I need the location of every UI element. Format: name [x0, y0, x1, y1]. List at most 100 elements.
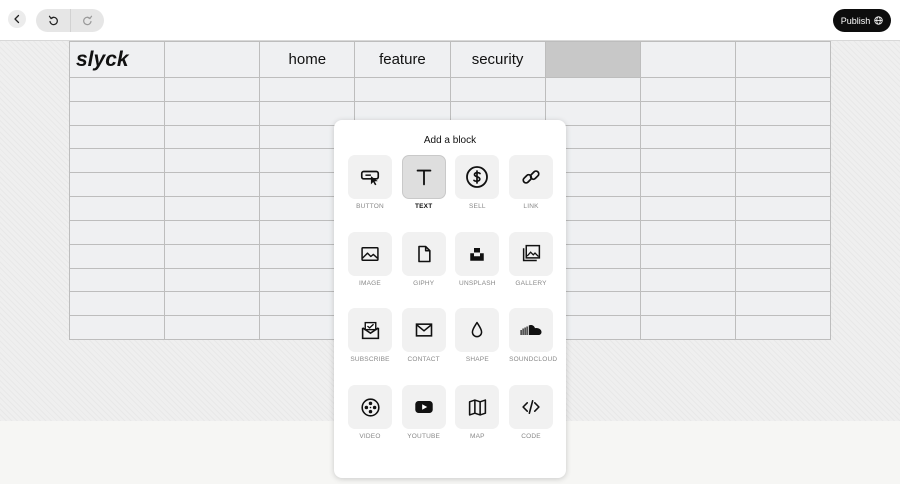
- block-link[interactable]: LINK: [509, 155, 554, 210]
- block-tile: [509, 308, 554, 353]
- block-tile: [455, 231, 500, 276]
- nav-link-home[interactable]: home: [260, 42, 356, 78]
- grid-cell[interactable]: [735, 292, 831, 317]
- grid-cell[interactable]: [450, 78, 546, 102]
- block-code[interactable]: CODE: [509, 385, 554, 441]
- grid-cell[interactable]: [165, 78, 261, 102]
- undo-icon: [48, 15, 58, 26]
- grid-cell[interactable]: [165, 244, 261, 269]
- film-reel-icon: [360, 397, 380, 417]
- grid-cell[interactable]: [640, 220, 736, 245]
- grid-cell[interactable]: [70, 149, 166, 174]
- block-subscribe[interactable]: SUBSCRIBE: [348, 308, 392, 363]
- grid-cell[interactable]: [165, 173, 261, 198]
- grid-cell[interactable]: [70, 220, 166, 245]
- file-icon: [417, 245, 431, 262]
- soundcloud-icon: [520, 325, 542, 336]
- drop-icon: [472, 322, 483, 338]
- grid-cell[interactable]: [735, 101, 831, 126]
- grid-cell[interactable]: [735, 244, 831, 269]
- publish-button[interactable]: Publish: [833, 9, 891, 32]
- grid-cell[interactable]: [735, 149, 831, 174]
- grid-cell[interactable]: [165, 316, 261, 340]
- nav-link-security[interactable]: security: [450, 42, 546, 78]
- grid-cell[interactable]: [165, 125, 261, 150]
- block-label: YOUTUBE: [407, 433, 441, 441]
- grid-cell[interactable]: [260, 78, 356, 102]
- undo-button[interactable]: [36, 9, 70, 32]
- grid-cell[interactable]: [70, 125, 166, 150]
- block-button[interactable]: BUTTON: [348, 155, 392, 210]
- add-block-panel: Add a block BUTTON TEXT SELL LINK IMAGE …: [334, 120, 566, 478]
- grid-cell[interactable]: [70, 78, 166, 102]
- grid-cell[interactable]: [640, 316, 736, 340]
- grid-cell[interactable]: [640, 42, 736, 78]
- grid-cell[interactable]: [640, 197, 736, 221]
- block-video[interactable]: VIDEO: [348, 385, 392, 440]
- grid-cell[interactable]: [545, 78, 641, 102]
- block-label: TEXT: [414, 203, 433, 210]
- grid-cell[interactable]: [735, 220, 831, 245]
- block-image[interactable]: IMAGE: [348, 231, 392, 287]
- envelope-icon: [415, 323, 432, 337]
- grid-cell[interactable]: [70, 101, 166, 126]
- grid-cell[interactable]: [70, 197, 166, 221]
- block-giphy[interactable]: GIPHY: [401, 231, 446, 287]
- grid-cell[interactable]: [70, 268, 166, 293]
- subscribe-icon: [361, 321, 379, 340]
- grid-cell[interactable]: [70, 316, 166, 340]
- redo-icon: [83, 15, 93, 26]
- grid-cell[interactable]: [735, 42, 831, 78]
- grid-cell[interactable]: [165, 101, 261, 126]
- block-youtube[interactable]: YOUTUBE: [401, 385, 446, 441]
- text-t-icon: [416, 169, 432, 186]
- grid-cell[interactable]: [640, 78, 736, 102]
- block-unsplash[interactable]: UNSPLASH: [455, 231, 500, 287]
- grid-cell[interactable]: [640, 101, 736, 126]
- block-sell[interactable]: SELL: [455, 155, 500, 210]
- grid-cell[interactable]: [735, 173, 831, 198]
- grid-cell[interactable]: [70, 244, 166, 269]
- block-gallery[interactable]: GALLERY: [509, 231, 554, 287]
- block-label: CODE: [521, 433, 541, 441]
- block-soundcloud[interactable]: SOUNDCLOUD: [509, 308, 557, 363]
- unsplash-icon: [470, 247, 485, 261]
- grid-cell[interactable]: [735, 125, 831, 150]
- grid-cell[interactable]: [70, 173, 166, 198]
- block-map[interactable]: MAP: [455, 385, 500, 440]
- site-logo[interactable]: slyck: [70, 42, 166, 78]
- publish-label: Publish: [840, 15, 871, 26]
- selected-grid-cell[interactable]: [545, 42, 641, 78]
- grid-cell[interactable]: [640, 173, 736, 198]
- grid-cell[interactable]: [70, 292, 166, 317]
- grid-cell[interactable]: [355, 78, 451, 102]
- grid-cell[interactable]: [165, 268, 261, 293]
- back-button[interactable]: [8, 10, 26, 28]
- grid-cell[interactable]: [735, 197, 831, 221]
- history-controls: [36, 9, 104, 32]
- grid-cell[interactable]: [640, 292, 736, 317]
- grid-cell[interactable]: [165, 42, 261, 78]
- grid-cell[interactable]: [735, 316, 831, 340]
- grid-cell[interactable]: [735, 268, 831, 293]
- block-tile: [348, 231, 392, 276]
- redo-button[interactable]: [70, 9, 104, 32]
- grid-cell[interactable]: [165, 197, 261, 221]
- grid-cell[interactable]: [640, 149, 736, 174]
- block-shape[interactable]: SHAPE: [455, 308, 500, 364]
- block-label: IMAGE: [359, 279, 381, 287]
- grid-cell[interactable]: [165, 149, 261, 174]
- block-label: SHAPE: [465, 356, 489, 364]
- block-text[interactable]: TEXT: [401, 155, 446, 210]
- block-contact[interactable]: CONTACT: [401, 308, 446, 363]
- grid-cell[interactable]: [165, 220, 261, 245]
- block-label: VIDEO: [359, 433, 381, 441]
- code-icon: [522, 400, 540, 415]
- nav-link-feature[interactable]: feature: [355, 42, 451, 78]
- grid-cell[interactable]: [735, 78, 831, 102]
- grid-cell[interactable]: [640, 244, 736, 269]
- grid-cell[interactable]: [640, 268, 736, 293]
- grid-cell[interactable]: [640, 125, 736, 150]
- button-cursor-icon: [360, 170, 380, 186]
- grid-cell[interactable]: [165, 292, 261, 317]
